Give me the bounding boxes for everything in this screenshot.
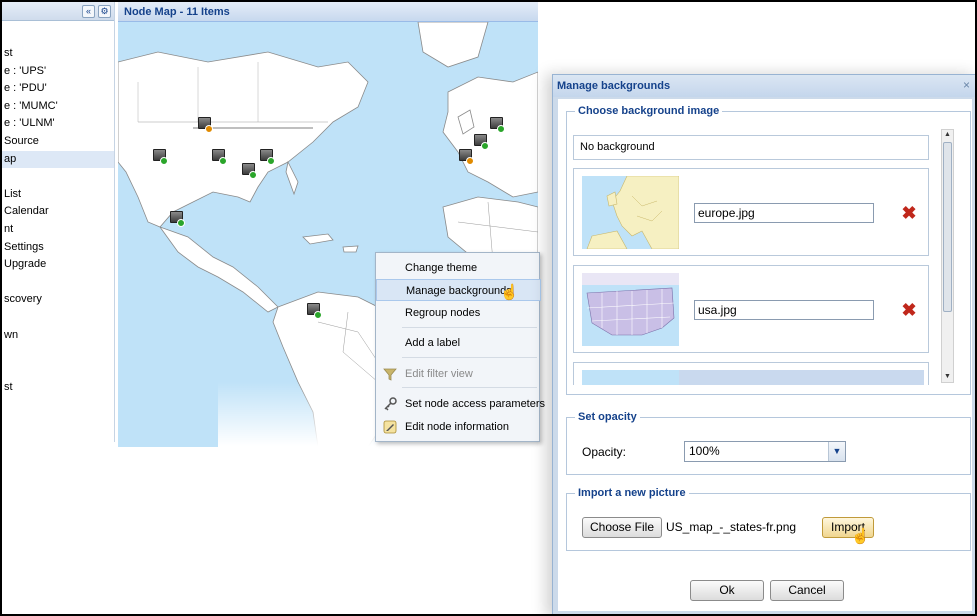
sidebar-spacer bbox=[2, 309, 114, 327]
sidebar-item-selected[interactable]: ap bbox=[2, 150, 114, 169]
sidebar-spacer bbox=[2, 362, 114, 380]
usa-thumbnail bbox=[582, 273, 679, 346]
sidebar-item[interactable]: e : 'MUMC' bbox=[2, 98, 114, 116]
delete-icon[interactable]: ✖ bbox=[901, 301, 917, 319]
background-filename-field[interactable]: europe.jpg bbox=[694, 203, 874, 223]
hand-cursor-icon: ☝ bbox=[500, 284, 519, 301]
network-node-icon[interactable] bbox=[240, 162, 258, 180]
network-node-icon[interactable] bbox=[151, 148, 169, 166]
sidebar-spacer bbox=[2, 168, 114, 186]
menu-item-add-label[interactable]: Add a label bbox=[376, 332, 541, 354]
collapse-icon[interactable]: « bbox=[82, 5, 95, 18]
context-menu: Change theme Manage backgrounds ☝ Regrou… bbox=[375, 252, 545, 442]
menu-item-edit-filter-view: Edit filter view bbox=[376, 363, 541, 385]
menu-separator bbox=[402, 387, 537, 388]
import-picture-legend: Import a new picture bbox=[578, 487, 686, 499]
choose-file-button[interactable]: Choose File bbox=[582, 517, 662, 538]
menu-item-set-node-access[interactable]: Set node access parameters bbox=[376, 393, 545, 415]
selected-file-name: US_map_-_states-fr.png bbox=[666, 520, 797, 534]
scroll-up-icon[interactable]: ▲ bbox=[943, 130, 952, 140]
opacity-value: 100% bbox=[689, 444, 720, 458]
europe-thumbnail bbox=[582, 176, 679, 249]
node-map-title: Node Map - 11 Items bbox=[118, 2, 538, 22]
settings-icon[interactable]: ⚙ bbox=[98, 5, 111, 18]
sidebar-item[interactable]: List bbox=[2, 186, 114, 204]
partial-thumbnail bbox=[582, 370, 679, 385]
sidebar-item[interactable]: st bbox=[2, 45, 114, 63]
filter-icon bbox=[383, 367, 397, 381]
ok-button[interactable]: Ok bbox=[690, 580, 764, 601]
menu-item-change-theme[interactable]: Change theme bbox=[376, 257, 541, 279]
close-icon[interactable]: × bbox=[960, 79, 973, 92]
sidebar-item[interactable]: Source bbox=[2, 133, 114, 151]
background-item-europe[interactable]: europe.jpg ✖ bbox=[573, 168, 929, 256]
sidebar-list: st e : 'UPS' e : 'PDU' e : 'MUMC' e : 'U… bbox=[2, 21, 114, 397]
sidebar-item[interactable]: wn bbox=[2, 327, 114, 345]
sidebar-item[interactable]: nt bbox=[2, 221, 114, 239]
sidebar-header: « ⚙ bbox=[2, 2, 114, 21]
menu-separator bbox=[402, 327, 537, 328]
sidebar-item[interactable]: e : 'ULNM' bbox=[2, 115, 114, 133]
partial-highlight bbox=[679, 370, 924, 385]
sidebar-spacer bbox=[2, 344, 114, 362]
background-item-usa[interactable]: usa.jpg ✖ bbox=[573, 265, 929, 353]
network-node-icon[interactable] bbox=[305, 302, 323, 320]
opacity-select[interactable]: 100% ▼ bbox=[684, 441, 846, 462]
dialog-title: Manage backgrounds bbox=[553, 75, 975, 97]
background-filename-field[interactable]: usa.jpg bbox=[694, 300, 874, 320]
network-node-icon[interactable] bbox=[168, 210, 186, 228]
sidebar-item[interactable]: e : 'PDU' bbox=[2, 80, 114, 98]
scroll-thumb[interactable] bbox=[943, 142, 952, 312]
manage-backgrounds-dialog: Manage backgrounds × Choose background i… bbox=[552, 74, 975, 614]
network-node-icon[interactable] bbox=[472, 133, 490, 151]
sidebar-item[interactable]: st bbox=[2, 379, 114, 397]
cancel-button[interactable]: Cancel bbox=[770, 580, 844, 601]
scroll-down-icon[interactable]: ▼ bbox=[943, 372, 952, 382]
background-item-partial[interactable] bbox=[573, 362, 929, 385]
menu-item-regroup-nodes[interactable]: Regroup nodes bbox=[376, 302, 541, 324]
set-opacity-legend: Set opacity bbox=[578, 411, 637, 423]
sidebar-item[interactable]: Upgrade bbox=[2, 256, 114, 274]
sidebar-item[interactable]: Settings bbox=[2, 239, 114, 257]
network-node-icon[interactable] bbox=[196, 116, 214, 134]
no-background-option[interactable]: No background bbox=[573, 135, 929, 160]
sidebar-item[interactable]: e : 'UPS' bbox=[2, 63, 114, 81]
sidebar-item[interactable]: scovery bbox=[2, 291, 114, 309]
menu-item-edit-node-info[interactable]: Edit node information bbox=[376, 416, 541, 438]
background-list-scrollbar[interactable]: ▲ ▼ bbox=[941, 129, 954, 383]
network-node-icon[interactable] bbox=[258, 148, 276, 166]
menu-separator bbox=[402, 357, 537, 358]
dialog-footer: Ok Cancel bbox=[558, 579, 972, 611]
delete-icon[interactable]: ✖ bbox=[901, 204, 917, 222]
sidebar-item[interactable]: Calendar bbox=[2, 203, 114, 221]
chevron-down-icon[interactable]: ▼ bbox=[828, 442, 845, 461]
sidebar-spacer bbox=[2, 274, 114, 292]
edit-icon bbox=[383, 420, 397, 434]
dialog-body: Choose background image No background eu… bbox=[558, 99, 972, 611]
network-node-icon[interactable] bbox=[210, 148, 228, 166]
choose-background-legend: Choose background image bbox=[578, 105, 720, 117]
sidebar: « ⚙ st e : 'UPS' e : 'PDU' e : 'MUMC' e … bbox=[2, 2, 115, 442]
hand-cursor-icon: ☝ bbox=[851, 528, 870, 545]
network-node-icon[interactable] bbox=[488, 116, 506, 134]
key-icon bbox=[383, 397, 397, 411]
screenshot-frame: « ⚙ st e : 'UPS' e : 'PDU' e : 'MUMC' e … bbox=[0, 0, 977, 616]
opacity-label: Opacity: bbox=[582, 445, 627, 459]
